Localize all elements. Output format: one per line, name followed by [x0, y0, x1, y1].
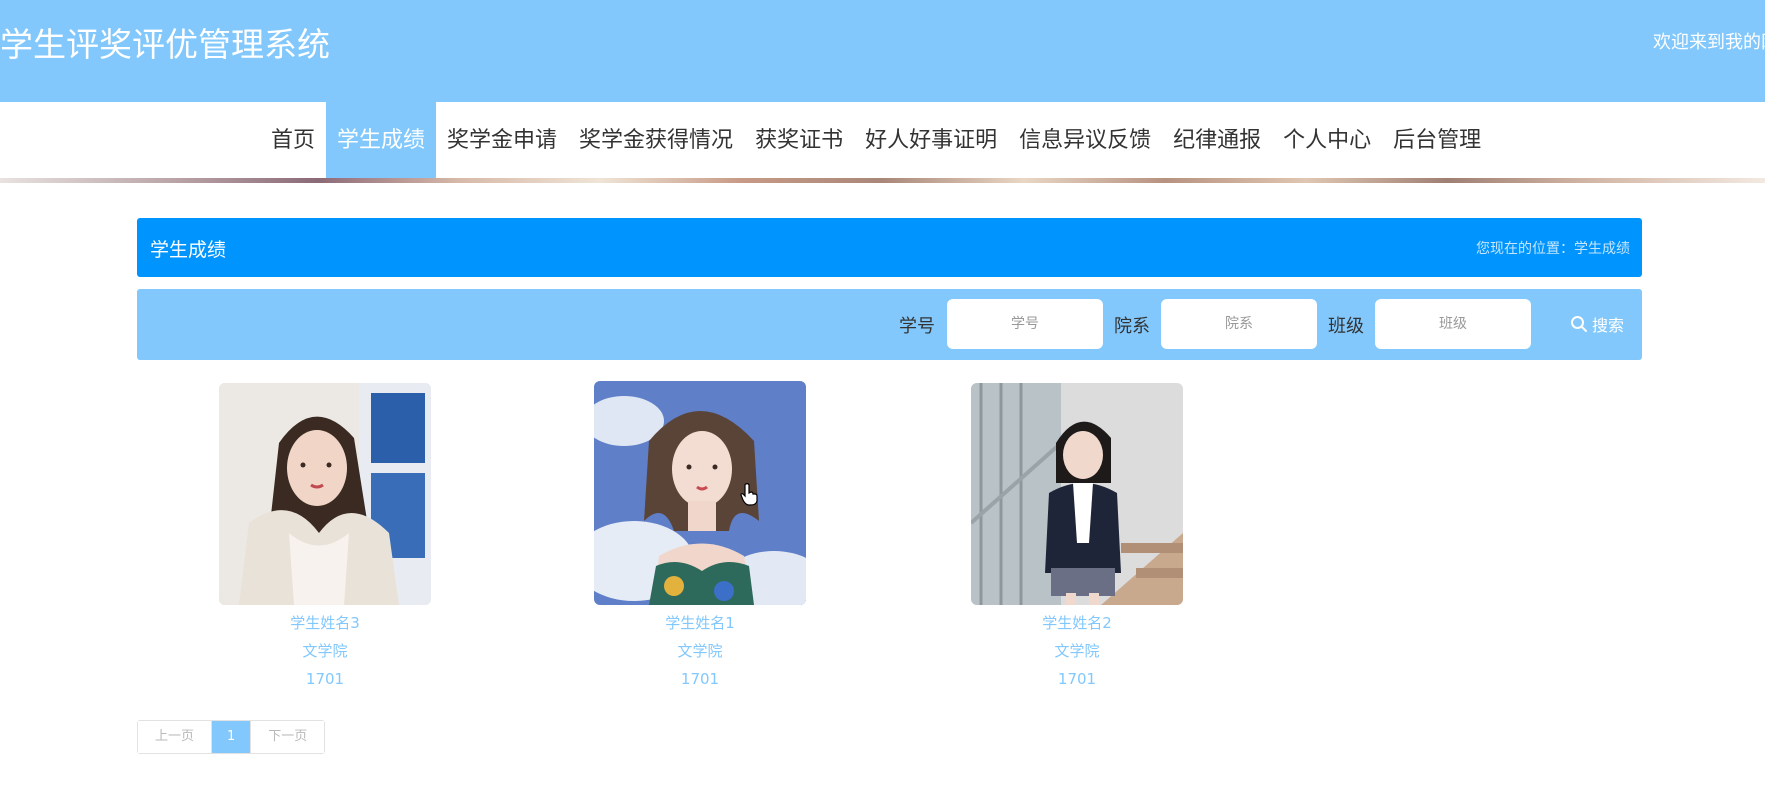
search-button-label: 搜索 [1591, 316, 1624, 335]
nav-item-scholarship-apply[interactable]: 奖学金申请 [436, 102, 568, 182]
search-icon [1570, 316, 1587, 332]
nav-item-student-scores[interactable]: 学生成绩 [326, 102, 437, 182]
section-title-bar: 学生成绩 您现在的位置：学生成绩 [137, 218, 1642, 277]
next-page-button[interactable]: 下一页 [250, 721, 325, 753]
class-input[interactable] [1375, 299, 1531, 349]
pagination: 上一页 1 下一页 [137, 720, 326, 754]
student-class: 1701 [1057, 670, 1097, 688]
student-department: 文学院 [1054, 642, 1100, 660]
nav-items: 首页 学生成绩 奖学金申请 奖学金获得情况 获奖证书 好人好事证明 信息异议反馈… [260, 102, 1492, 182]
student-department: 文学院 [677, 642, 723, 660]
main-nav: 首页 学生成绩 奖学金申请 奖学金获得情况 获奖证书 好人好事证明 信息异议反馈… [0, 102, 1765, 182]
student-class: 1701 [305, 670, 345, 688]
student-photo[interactable] [594, 381, 806, 605]
student-card[interactable]: 学生姓名1 文学院 1701 [593, 381, 807, 693]
department-label: 院系 [1114, 316, 1150, 337]
student-class: 1701 [680, 670, 720, 688]
search-bar: 学号 院系 班级 搜索 [137, 289, 1642, 360]
nav-item-home[interactable]: 首页 [260, 102, 326, 182]
site-title: 学生评奖评优管理系统 [0, 25, 330, 64]
prev-page-button[interactable]: 上一页 [138, 721, 212, 753]
section-title: 学生成绩 [150, 239, 227, 261]
student-card[interactable]: 学生姓名3 文学院 1701 [218, 383, 432, 693]
nav-item-scholarship-results[interactable]: 奖学金获得情况 [568, 102, 744, 182]
nav-item-admin[interactable]: 后台管理 [1382, 102, 1492, 182]
student-id-label: 学号 [899, 316, 935, 337]
nav-item-award-certificates[interactable]: 获奖证书 [744, 102, 854, 182]
nav-item-good-deeds[interactable]: 好人好事证明 [854, 102, 1008, 182]
breadcrumb: 您现在的位置：学生成绩 [1476, 241, 1630, 257]
student-name[interactable]: 学生姓名3 [218, 609, 432, 637]
decorative-banner-strip [0, 178, 1765, 183]
student-name[interactable]: 学生姓名2 [970, 609, 1184, 637]
nav-item-discipline[interactable]: 纪律通报 [1162, 102, 1272, 182]
nav-item-personal-center[interactable]: 个人中心 [1272, 102, 1382, 182]
department-input[interactable] [1161, 299, 1317, 349]
student-id-input[interactable] [947, 299, 1103, 349]
student-photo[interactable] [971, 383, 1183, 605]
class-label: 班级 [1328, 316, 1364, 337]
page-1-button[interactable]: 1 [211, 721, 251, 753]
welcome-text: 欢迎来到我的网 [1653, 32, 1765, 53]
student-card[interactable]: 学生姓名2 文学院 1701 [970, 383, 1184, 693]
nav-item-feedback[interactable]: 信息异议反馈 [1008, 102, 1162, 182]
student-department: 文学院 [302, 642, 348, 660]
student-photo[interactable] [219, 383, 431, 605]
site-header: 学生评奖评优管理系统 欢迎来到我的网 [0, 0, 1765, 102]
hand-cursor-icon [740, 483, 758, 506]
search-button[interactable]: 搜索 [1557, 303, 1637, 345]
student-name[interactable]: 学生姓名1 [593, 609, 807, 637]
